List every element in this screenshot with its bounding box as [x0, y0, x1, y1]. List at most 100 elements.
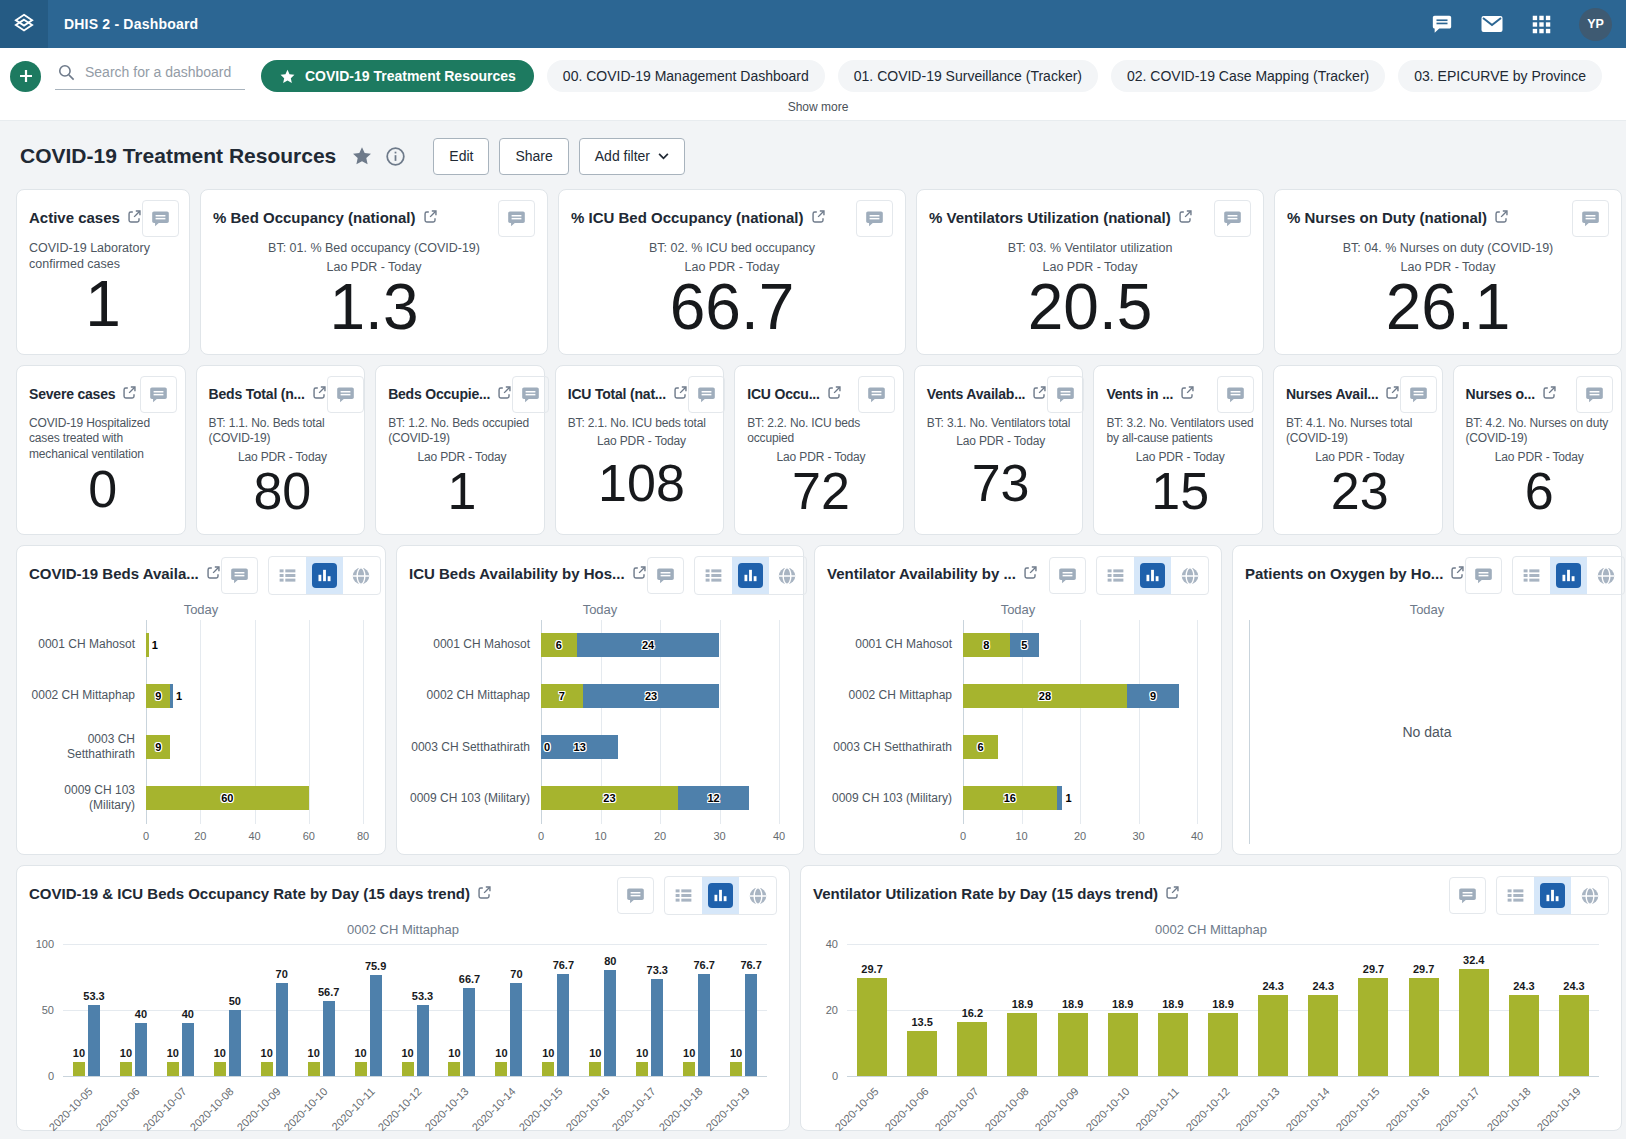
chart-view-button[interactable] — [1550, 557, 1587, 594]
pivot-table-button[interactable] — [1097, 557, 1134, 594]
dashboard-chip[interactable]: 00. COVID-19 Management Dashboard — [547, 60, 825, 92]
comment-button[interactable] — [1449, 877, 1486, 914]
open-in-app-icon[interactable] — [1178, 209, 1193, 224]
bar[interactable]: 18.9 — [1208, 1013, 1238, 1075]
dashboard-chip[interactable]: 03. EPICURVE by Province — [1398, 60, 1602, 92]
bar[interactable]: 18.9 — [1108, 1013, 1138, 1075]
open-in-app-icon[interactable] — [673, 385, 688, 400]
add-filter-button[interactable]: Add filter — [579, 138, 685, 175]
comment-button[interactable] — [858, 376, 895, 413]
chart-view-button[interactable] — [1134, 557, 1171, 594]
comment-button[interactable] — [617, 877, 654, 914]
bar[interactable]: 10 — [730, 1062, 742, 1075]
comment-button[interactable] — [327, 376, 364, 413]
messages-icon[interactable] — [1480, 12, 1504, 36]
pivot-table-button[interactable] — [695, 557, 732, 594]
bar[interactable]: 32.4 — [1459, 969, 1489, 1076]
bar[interactable]: 10 — [589, 1062, 601, 1075]
star-icon[interactable] — [351, 145, 373, 167]
bar[interactable]: 18.9 — [1007, 1013, 1037, 1075]
bar[interactable]: 24.3 — [1258, 995, 1288, 1075]
comment-button[interactable] — [1217, 376, 1254, 413]
comment-button[interactable] — [1465, 557, 1502, 594]
dashboard-chip[interactable]: 01. COVID-19 Surveillance (Tracker) — [838, 60, 1098, 92]
comment-button[interactable] — [1047, 376, 1084, 413]
share-button[interactable]: Share — [499, 138, 568, 175]
bar-segment[interactable]: 24 — [577, 633, 720, 657]
map-view-button[interactable] — [343, 557, 380, 594]
dashboard-chip[interactable]: 02. COVID-19 Case Mapping (Tracker) — [1111, 60, 1385, 92]
open-in-app-icon[interactable] — [1180, 385, 1195, 400]
open-in-app-icon[interactable] — [632, 565, 647, 580]
dashboard-chip[interactable]: COVID-19 Treatment Resources — [261, 60, 534, 92]
map-view-button[interactable] — [1571, 877, 1608, 914]
bar[interactable]: 10 — [636, 1062, 648, 1075]
comment-button[interactable] — [647, 557, 684, 594]
chart-view-button[interactable] — [702, 877, 739, 914]
bar-segment[interactable]: 5 — [1010, 633, 1039, 657]
open-in-app-icon[interactable] — [423, 209, 438, 224]
bar-segment[interactable]: 13 — [541, 735, 618, 759]
comment-button[interactable] — [140, 376, 177, 413]
bar[interactable]: 40 — [182, 1023, 194, 1076]
bar[interactable]: 24.3 — [1509, 995, 1539, 1075]
bar[interactable]: 10 — [73, 1062, 85, 1075]
bar[interactable]: 18.9 — [1058, 1013, 1088, 1075]
edit-button[interactable]: Edit — [433, 138, 489, 175]
comment-button[interactable] — [1049, 557, 1086, 594]
open-in-app-icon[interactable] — [127, 209, 142, 224]
bar-segment[interactable]: 23 — [541, 786, 678, 810]
comment-button[interactable] — [512, 376, 549, 413]
bar-segment[interactable]: 6 — [541, 633, 577, 657]
bar-segment[interactable]: 28 — [963, 684, 1127, 708]
bar[interactable]: 29.7 — [857, 978, 887, 1076]
comment-button[interactable] — [142, 200, 179, 237]
open-in-app-icon[interactable] — [477, 885, 492, 900]
pivot-table-button[interactable] — [1497, 877, 1534, 914]
bar[interactable]: 10 — [308, 1062, 320, 1075]
open-in-app-icon[interactable] — [1023, 565, 1038, 580]
chart-view-button[interactable] — [306, 557, 343, 594]
open-in-app-icon[interactable] — [497, 385, 512, 400]
pivot-table-button[interactable] — [1513, 557, 1550, 594]
map-view-button[interactable] — [1171, 557, 1208, 594]
bar-segment[interactable]: 1 — [146, 633, 149, 657]
open-in-app-icon[interactable] — [1032, 385, 1047, 400]
bar-segment[interactable]: 1 — [170, 684, 173, 708]
bar[interactable]: 66.7 — [463, 988, 475, 1076]
bar[interactable]: 76.7 — [557, 974, 569, 1075]
bar-segment[interactable]: 7 — [541, 684, 583, 708]
bar-segment[interactable]: 1 — [1057, 786, 1063, 810]
open-in-app-icon[interactable] — [206, 565, 221, 580]
bar[interactable]: 10 — [402, 1062, 414, 1075]
open-in-app-icon[interactable] — [1494, 209, 1509, 224]
bar[interactable]: 50 — [229, 1010, 241, 1076]
map-view-button[interactable] — [1587, 557, 1624, 594]
search-input[interactable] — [85, 64, 243, 80]
bar[interactable]: 10 — [167, 1062, 179, 1075]
comment-button[interactable] — [688, 376, 725, 413]
bar[interactable]: 10 — [542, 1062, 554, 1075]
bar-segment[interactable]: 12 — [678, 786, 749, 810]
open-in-app-icon[interactable] — [1450, 565, 1465, 580]
comment-button[interactable] — [1400, 376, 1437, 413]
bar[interactable]: 10 — [448, 1062, 460, 1075]
pivot-table-button[interactable] — [269, 557, 306, 594]
bar[interactable]: 56.7 — [323, 1001, 335, 1076]
bar[interactable]: 29.7 — [1409, 978, 1439, 1076]
bar-segment[interactable]: 23 — [583, 684, 720, 708]
bar[interactable]: 53.3 — [88, 1005, 100, 1075]
chart-view-button[interactable] — [1534, 877, 1571, 914]
bar[interactable]: 10 — [261, 1062, 273, 1075]
bar[interactable]: 40 — [135, 1023, 147, 1076]
bar[interactable]: 13.5 — [907, 1031, 937, 1076]
interpretations-icon[interactable] — [1431, 13, 1453, 35]
bar[interactable]: 10 — [683, 1062, 695, 1075]
dhis2-logo[interactable] — [0, 0, 48, 48]
bar-segment[interactable]: 9 — [1127, 684, 1180, 708]
bar[interactable]: 76.7 — [698, 974, 710, 1075]
bar[interactable]: 10 — [495, 1062, 507, 1075]
comment-button[interactable] — [1214, 200, 1251, 237]
bar[interactable]: 24.3 — [1559, 995, 1589, 1075]
bar[interactable]: 10 — [355, 1062, 367, 1075]
